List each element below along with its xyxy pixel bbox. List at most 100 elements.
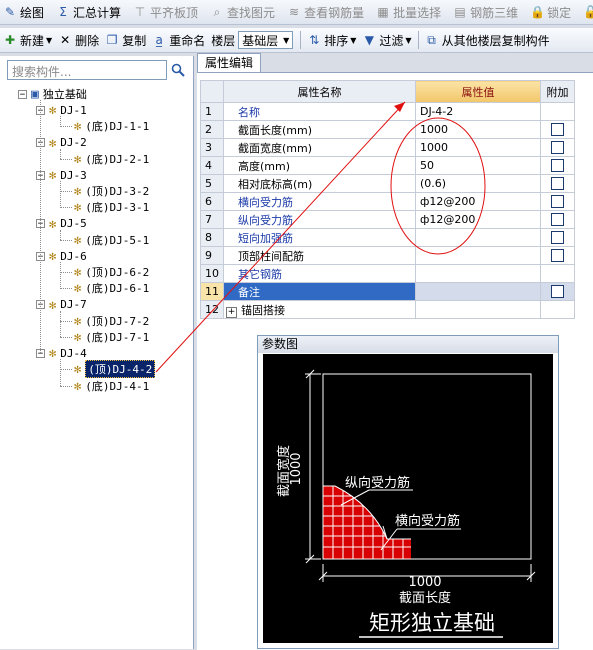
batch-select-button[interactable]: ▦ 批量选择 — [373, 1, 444, 23]
table-row[interactable]: 1 名称 DJ-4-2 — [200, 102, 575, 121]
additional-checkbox[interactable] — [551, 177, 564, 191]
property-value[interactable] — [415, 246, 541, 265]
additional-checkbox[interactable] — [551, 141, 564, 155]
main-toolbar: ✎绘图 Σ汇总计算 ⊤平齐板顶 ⌕查找图元 ≋查看钢筋量 ▦批量选择 ▤钢筋三维 🔒锁定 🔓解 — [0, 0, 593, 25]
search-icon[interactable] — [168, 60, 188, 80]
tree-group[interactable]: − ✻ DJ-7 — [36, 297, 87, 313]
tree-group[interactable]: − ✻ DJ-2 — [36, 135, 87, 151]
tree-connector — [60, 337, 72, 338]
floor-select[interactable]: 基础层 ▼ — [238, 31, 294, 49]
additional-checkbox[interactable] — [551, 159, 564, 173]
tree-item[interactable]: ✻ (底)DJ-4-1 — [74, 378, 149, 394]
table-row[interactable]: 2 截面长度(mm) 1000 — [200, 120, 575, 139]
tree-item[interactable]: ✻ (底)DJ-1-1 — [74, 118, 149, 134]
rebar-3d-button[interactable]: ▤ 钢筋三维 — [450, 1, 521, 23]
table-row[interactable]: 9 顶部柱间配筋 — [200, 246, 575, 265]
align-top-icon: ⊤ — [134, 5, 146, 19]
expand-icon[interactable]: + — [226, 306, 237, 318]
property-value[interactable] — [415, 228, 541, 247]
rebar-view-button[interactable]: ≋ 查看钢筋量 — [284, 1, 367, 23]
sort-button[interactable]: ⇅ 排序 ▼ — [304, 29, 359, 51]
property-value[interactable] — [415, 264, 541, 283]
tree-group[interactable]: − ✻ DJ-4 — [36, 345, 87, 361]
additional-checkbox[interactable] — [551, 213, 564, 227]
search-input[interactable]: 搜索构件... — [7, 60, 167, 80]
foundation-icon: ▣ — [31, 86, 39, 102]
additional-checkbox[interactable] — [551, 285, 564, 299]
tab-property-edit[interactable]: 属性编辑 — [197, 53, 262, 72]
property-value[interactable] — [415, 282, 541, 301]
additional-checkbox[interactable] — [551, 195, 564, 209]
component-icon: ✻ — [74, 378, 82, 393]
sort-icon: ⇅ — [309, 33, 320, 47]
collapse-icon: − — [18, 89, 27, 100]
copy-from-floor-button[interactable]: ⧉ 从其他楼层复制构件 — [422, 29, 553, 51]
property-name: 备注 — [223, 282, 416, 301]
unlock-button[interactable]: 🔓解 — [580, 1, 593, 23]
lock-button[interactable]: 🔒 锁定 — [527, 1, 574, 23]
row-number: 9 — [200, 246, 224, 265]
tree-item[interactable]: ✻ (底)DJ-5-1 — [74, 232, 149, 248]
additional-cell — [540, 282, 575, 301]
copy-button[interactable]: ❐ 复制 — [102, 29, 149, 51]
filter-button[interactable]: ▼ 过滤 ▼ — [359, 29, 414, 51]
tree-connector — [60, 239, 72, 241]
tree-item[interactable]: ✻ (顶)DJ-3-2 — [74, 183, 149, 199]
table-row[interactable]: 3 截面宽度(mm) 1000 — [200, 138, 575, 157]
property-value[interactable]: 50 — [415, 156, 541, 175]
table-row[interactable]: 11 备注 — [200, 282, 575, 301]
tree-item[interactable]: ✻ (底)DJ-2-1 — [74, 151, 149, 167]
table-row[interactable]: 8 短向加强筋 — [200, 228, 575, 247]
property-value[interactable]: DJ-4-2 — [415, 102, 541, 121]
additional-cell — [540, 300, 575, 319]
sigma-button[interactable]: Σ 汇总计算 — [53, 1, 124, 23]
tree-group[interactable]: − ✻ DJ-3 — [36, 167, 87, 183]
tree-group[interactable]: − ✻ DJ-6 — [36, 248, 87, 264]
tree-group[interactable]: − ✻ DJ-1 — [36, 102, 87, 118]
delete-button[interactable]: ✕ 删除 — [55, 29, 102, 51]
tree-connector — [60, 181, 61, 208]
tree-item[interactable]: ✻ (顶)DJ-7-2 — [74, 313, 149, 329]
table-row[interactable]: 7 纵向受力筋 ф12@200 — [200, 210, 575, 229]
additional-checkbox[interactable] — [551, 249, 564, 263]
tree-connector — [60, 272, 72, 274]
tree-item[interactable]: ✻ (顶)DJ-6-2 — [74, 264, 149, 280]
draw-button[interactable]: ✎ 绘图 — [0, 1, 47, 23]
find-button[interactable]: ⌕ 查找图元 — [207, 1, 278, 23]
component-icon: ✻ — [74, 232, 82, 247]
new-button[interactable]: ✚ 新建 ▼ — [0, 29, 55, 51]
tree-item[interactable]: ✻ (顶)DJ-4-2 — [74, 360, 156, 379]
table-row[interactable]: 10 其它钢筋 — [200, 264, 575, 283]
table-row[interactable]: 4 高度(mm) 50 — [200, 156, 575, 175]
tree-connector — [60, 116, 61, 127]
row-number: 11 — [200, 282, 224, 301]
row-number: 8 — [200, 228, 224, 247]
property-value[interactable]: (0.6) — [415, 174, 541, 193]
tree-group[interactable]: − ✻ DJ-5 — [36, 216, 87, 232]
additional-checkbox[interactable] — [551, 123, 564, 137]
table-row[interactable]: 12 + 锚固搭接 — [200, 300, 575, 319]
property-value[interactable]: ф12@200 — [415, 210, 541, 229]
component-icon: ✻ — [74, 119, 82, 134]
property-value[interactable]: ф12@200 — [415, 192, 541, 211]
tree-item[interactable]: ✻ (底)DJ-6-1 — [74, 280, 149, 296]
table-row[interactable]: 6 横向受力筋 ф12@200 — [200, 192, 575, 211]
chevron-down-icon: ▼ — [283, 35, 290, 45]
property-value[interactable] — [415, 300, 541, 319]
row-number: 4 — [200, 156, 224, 175]
property-name-header: 属性名称 — [223, 80, 416, 103]
tree-item[interactable]: ✻ (底)DJ-7-1 — [74, 329, 149, 345]
table-row[interactable]: 5 相对底标高(m) (0.6) — [200, 174, 575, 193]
align-top-button[interactable]: ⊤ 平齐板顶 — [130, 1, 201, 23]
tree-connector — [60, 262, 61, 289]
property-value[interactable]: 1000 — [415, 120, 541, 139]
row-number: 10 — [200, 264, 224, 283]
additional-checkbox[interactable] — [551, 231, 564, 245]
property-value[interactable]: 1000 — [415, 138, 541, 157]
tree-item[interactable]: ✻ (底)DJ-3-1 — [74, 199, 149, 215]
component-icon: ✻ — [49, 103, 57, 118]
rename-button[interactable]: a̲ 重命名 — [149, 29, 208, 51]
component-tree-panel: 搜索构件... − ▣ 独立基础 − ✻ DJ-1 ✻ (底)DJ-1-1− ✻ DJ-2 ✻ (底)… — [0, 56, 194, 649]
chevron-down-icon: ▼ — [350, 35, 357, 45]
tree-root[interactable]: − ▣ 独立基础 — [18, 86, 87, 102]
